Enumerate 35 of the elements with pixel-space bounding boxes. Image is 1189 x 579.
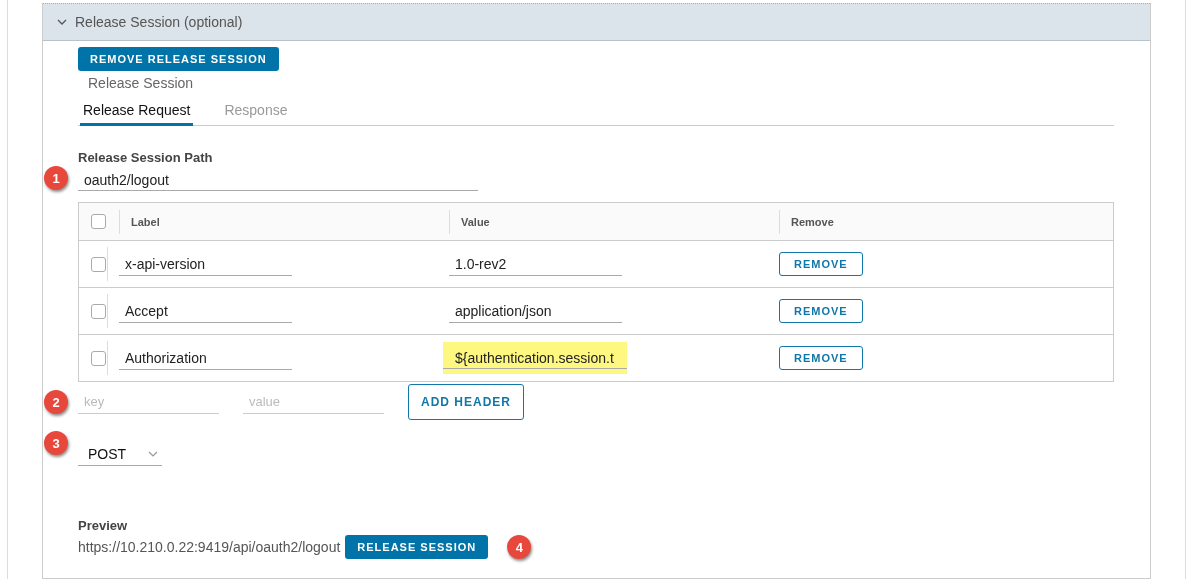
checkbox[interactable] [91,303,106,319]
value-field[interactable]: value [243,390,384,414]
tab[interactable]: Release Request [80,99,194,126]
label-field[interactable]: Authorization [119,346,292,370]
section-title: Release Session (optional) [75,14,243,30]
key-field[interactable]: key [78,390,219,414]
checkbox[interactable] [91,350,106,366]
callout-badge: 1 [44,166,68,190]
label-field[interactable]: Accept [119,299,292,323]
remove-release-session-button[interactable]: REMOVE RELEASE SESSION [78,47,279,71]
callout-badge: 2 [44,390,68,414]
section-header[interactable]: Release Session (optional) [43,3,1150,41]
value-field[interactable]: 1.0-rev2 [449,252,622,276]
column-header: Value [449,209,755,234]
label-field[interactable]: x-api-version [119,252,292,276]
checkbox[interactable] [91,256,106,272]
method-dropdown[interactable]: POST [78,446,163,466]
preview-url: https://10.210.0.22:9419/api/oauth2/logout [78,539,341,555]
column-header: Remove [779,209,1101,234]
column-header: Label [119,209,425,234]
release-session-button[interactable]: RELEASE SESSION [345,535,489,559]
remove-button[interactable]: REMOVE [779,299,863,323]
callout-badge: 3 [44,431,68,455]
preview-label: Preview [78,518,129,533]
add-header-button[interactable]: ADD HEADER [408,384,524,420]
field-label: Release Session Path [78,150,214,165]
chevron-down-icon [148,450,159,458]
subtitle: Release Session [88,75,195,91]
callout-badge: 4 [507,535,532,559]
value-field[interactable]: application/json [449,299,622,323]
value-field[interactable]: ${authentication.session.t [443,342,627,374]
remove-button[interactable]: REMOVE [779,252,863,276]
checkbox[interactable] [91,214,106,229]
remove-button[interactable]: REMOVE [779,346,863,370]
path-field[interactable]: oauth2/logout [78,169,478,191]
